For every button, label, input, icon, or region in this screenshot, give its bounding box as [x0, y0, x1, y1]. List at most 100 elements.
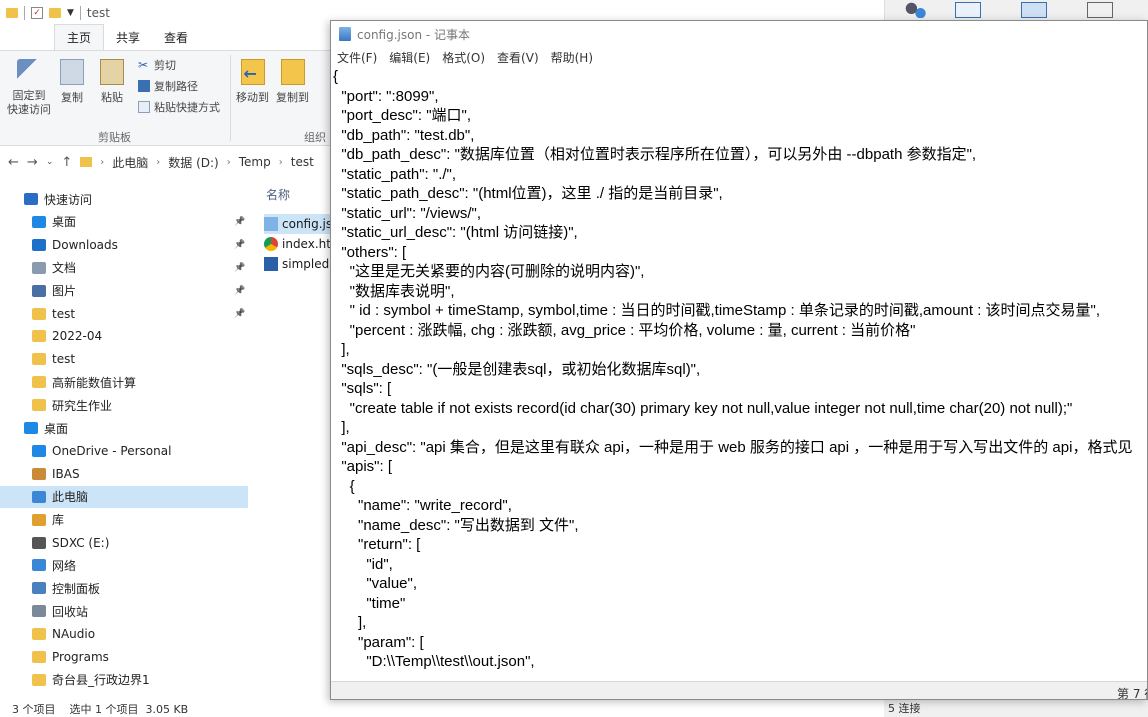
breadcrumb-test[interactable]: test [291, 155, 314, 169]
back-arrow-icon[interactable]: ← [8, 155, 19, 170]
nav-item[interactable]: Downloads 📌 [0, 234, 248, 256]
pin-label: 固定到 快速访问 [7, 89, 51, 116]
copy-path-icon [138, 80, 150, 92]
paste-shortcut-icon [138, 101, 150, 113]
nav-item[interactable]: 控制面板 [0, 577, 248, 599]
text-line: "static_path_desc": "(html位置)，这里 ./ 指的是当… [333, 185, 723, 202]
text-line: "数据库表说明", [333, 282, 455, 300]
menu-item[interactable]: 编辑(E) [387, 49, 432, 66]
paste-shortcut-button[interactable]: 粘贴快捷方式 [138, 99, 220, 115]
nav-item-label: 桌面 [44, 421, 69, 436]
nav-item-label: 研究生作业 [52, 398, 113, 413]
nav-item-label: 2022-04 [52, 329, 103, 344]
nav-item[interactable]: 奇台县_行政边界1 [0, 669, 248, 691]
nav-item[interactable]: 桌面 [0, 417, 248, 439]
folder-icon [32, 330, 46, 343]
menu-item[interactable]: 格式(O) [440, 49, 487, 66]
notepad-menubar: 文件(F) 编辑(E) 格式(O) 查看(V) 帮助(H) [331, 47, 1147, 67]
copy-to-button[interactable]: 复制到 [276, 59, 309, 105]
move-to-button[interactable]: 移动到 [236, 59, 269, 105]
copy-button[interactable]: 复制 [60, 59, 84, 105]
file-row[interactable]: config.json [264, 214, 334, 234]
nav-item[interactable]: SDXC (E:) [0, 532, 248, 554]
nav-item[interactable]: 研究生作业 [0, 394, 248, 416]
cut-button[interactable]: ✂ 剪切 [138, 57, 176, 73]
menu-item[interactable]: 文件(F) [335, 49, 379, 66]
pin-icon[interactable]: 📌 [234, 309, 245, 319]
text-line: "api_desc": "api 集合，但是这里有联众 api，一种是用于 we… [333, 438, 1133, 456]
pin-to-quick-access-button[interactable]: 固定到 快速访问 [6, 59, 52, 117]
tool-gear-icon[interactable] [901, 2, 927, 18]
nav-item[interactable]: 高新能数值计算 [0, 371, 248, 393]
app-file-icon [264, 257, 278, 271]
background-toolbar [884, 0, 1148, 20]
nav-item[interactable]: test [0, 348, 248, 370]
breadcrumb-temp[interactable]: Temp [239, 155, 271, 169]
nav-item[interactable]: 网络 [0, 554, 248, 576]
pin-icon[interactable]: 📌 [234, 240, 245, 250]
recycle-bin-icon [32, 605, 46, 618]
control-panel-icon [32, 582, 46, 595]
copy-path-button[interactable]: 复制路径 [138, 78, 198, 94]
nav-item-label: 快速访问 [44, 192, 93, 207]
nav-item-label: test [52, 352, 76, 367]
breadcrumb-this-pc[interactable]: 此电脑 [112, 154, 148, 171]
menu-item[interactable]: 查看(V) [495, 49, 541, 66]
nav-item[interactable]: test 📌 [0, 303, 248, 325]
nav-item-label: 网络 [52, 558, 77, 573]
text-line: " id : symbol + timeStamp, symbol,time :… [333, 302, 1101, 319]
pin-icon[interactable]: 📌 [234, 286, 245, 296]
pin-icon[interactable]: 📌 [234, 217, 245, 227]
text-editor[interactable]: { "port": ":8099", "port_desc": "端口", "d… [331, 67, 1147, 681]
menu-item[interactable]: 帮助(H) [549, 49, 595, 66]
table-icon[interactable] [955, 2, 981, 18]
nav-item-label: 桌面 [52, 215, 77, 230]
grid-view-icon[interactable] [1021, 2, 1047, 18]
file-row[interactable]: index.html [264, 234, 334, 254]
nav-item[interactable]: 2022-04 [0, 325, 248, 347]
text-line: "static_url_desc": "(html 访问链接)", [333, 224, 578, 241]
text-line: "others": [ [333, 243, 407, 261]
forward-arrow-icon[interactable]: → [27, 155, 38, 170]
nav-item[interactable]: IBAS [0, 463, 248, 485]
up-arrow-icon[interactable]: ↑ [61, 155, 72, 170]
cursor-position: 第 7 行 [1117, 687, 1147, 700]
properties-check-icon[interactable]: ✓ [31, 7, 43, 19]
window-title: test [86, 6, 110, 20]
tab-home[interactable]: 主页 [54, 24, 105, 50]
nav-item[interactable]: OneDrive - Personal [0, 440, 248, 462]
nav-item[interactable]: Programs [0, 646, 248, 668]
paste-button[interactable]: 粘贴 [100, 59, 124, 105]
text-line: ], [333, 341, 350, 358]
breadcrumb-drive-d[interactable]: 数据 (D:) [168, 154, 218, 171]
explorer-status-bar: 3 个项目 选中 1 个项目 3.05 KB [0, 700, 330, 717]
nav-item-label: 库 [52, 513, 65, 528]
nav-item[interactable]: 回收站 [0, 600, 248, 622]
nav-item-label: 图片 [52, 284, 77, 299]
recent-chevron-icon[interactable]: ⌄ [46, 157, 54, 167]
new-folder-icon[interactable] [49, 8, 61, 18]
nav-item[interactable]: 此电脑 [0, 485, 248, 508]
nav-item[interactable]: 快速访问 [0, 188, 248, 210]
scissors-icon: ✂ [138, 58, 149, 72]
text-line: "value", [333, 575, 418, 592]
nav-item[interactable]: 图片 📌 [0, 280, 248, 302]
pin-icon[interactable]: 📌 [234, 263, 245, 273]
nav-item[interactable]: 文档 📌 [0, 257, 248, 279]
nav-item[interactable]: 桌面 📌 [0, 211, 248, 233]
tab-share[interactable]: 共享 [104, 25, 152, 50]
file-name: config.json [282, 217, 334, 231]
text-line: "id", [333, 555, 393, 573]
copy-to-label: 复制到 [276, 91, 309, 104]
chevron-down-icon[interactable]: ▼ [67, 8, 74, 18]
list-view-icon[interactable] [1087, 2, 1113, 18]
file-row[interactable]: simpledb [264, 254, 334, 274]
text-line: "return": [ [333, 536, 421, 553]
divider [79, 6, 81, 20]
nav-item[interactable]: NAudio [0, 623, 248, 645]
nav-item-label: test [52, 306, 76, 321]
column-header-name[interactable]: 名称 [266, 186, 290, 203]
tab-view[interactable]: 查看 [152, 25, 200, 50]
nav-item[interactable]: 库 [0, 509, 248, 531]
nav-item-label: Programs [52, 650, 109, 664]
